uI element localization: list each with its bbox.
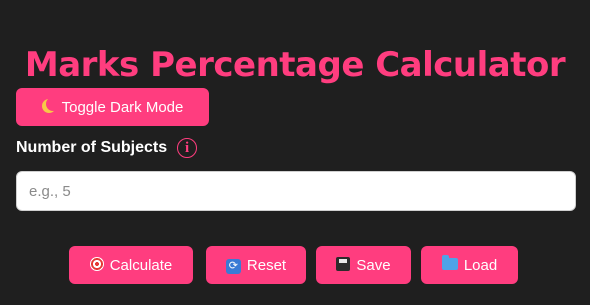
subjects-label: Number of Subjects	[16, 139, 168, 156]
save-button[interactable]: Save	[316, 246, 411, 284]
load-button[interactable]: Load	[421, 246, 518, 284]
target-icon	[89, 257, 104, 273]
toggle-dark-mode-button[interactable]: Toggle Dark Mode	[16, 88, 209, 126]
subjects-count-input[interactable]	[16, 171, 576, 211]
calculate-button[interactable]: Calculate	[69, 246, 193, 284]
reset-label: Reset	[246, 256, 287, 274]
save-label: Save	[356, 256, 391, 274]
subjects-label-row: Number of Subjects i	[16, 138, 198, 158]
floppy-disk-icon	[336, 257, 351, 273]
page-title: Marks Percentage Calculator	[24, 44, 566, 85]
folder-icon	[441, 255, 458, 272]
load-label: Load	[463, 256, 498, 274]
calculate-label: Calculate	[109, 256, 173, 274]
reset-button[interactable]: ⟳ Reset	[206, 246, 306, 284]
info-icon[interactable]: i	[177, 138, 198, 158]
crescent-moon-icon	[42, 99, 56, 115]
refresh-icon: ⟳	[225, 257, 241, 274]
toggle-dark-mode-label: Toggle Dark Mode	[61, 98, 184, 116]
